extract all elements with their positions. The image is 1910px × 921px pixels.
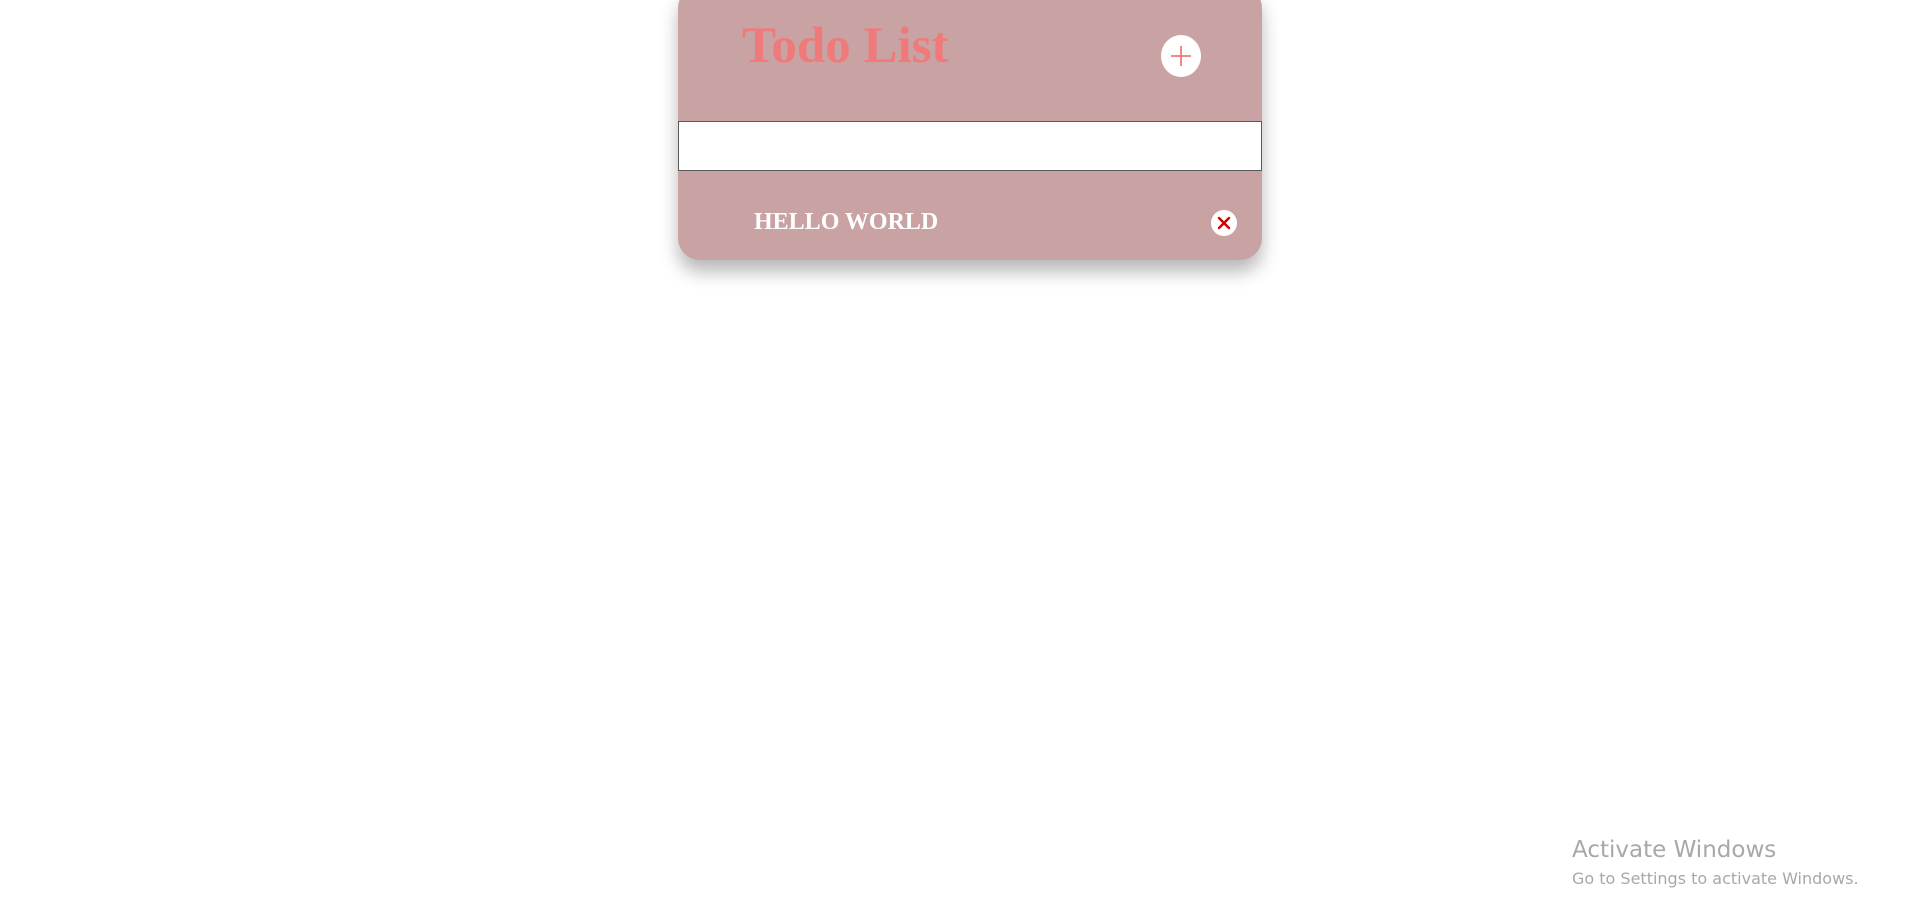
app-title: Todo List bbox=[742, 18, 949, 74]
delete-todo-button[interactable] bbox=[1211, 210, 1237, 236]
activation-title: Activate Windows bbox=[1572, 837, 1777, 863]
todo-input[interactable] bbox=[678, 121, 1262, 171]
plus-icon bbox=[1169, 44, 1193, 68]
page: Todo List HELLO WORLD Activate Windows G… bbox=[0, 0, 1910, 921]
windows-activation-notice: Activate Windows Go to Settings to activ… bbox=[1572, 836, 1859, 890]
todo-card: Todo List HELLO WORLD bbox=[678, 0, 1262, 260]
activation-subtitle: Go to Settings to activate Windows. bbox=[1572, 869, 1859, 888]
todo-item: HELLO WORLD bbox=[678, 196, 1262, 248]
todo-list: HELLO WORLD bbox=[678, 196, 1262, 248]
add-todo-button[interactable] bbox=[1161, 35, 1201, 77]
close-icon bbox=[1217, 216, 1231, 230]
todo-item-text: HELLO WORLD bbox=[754, 209, 939, 235]
